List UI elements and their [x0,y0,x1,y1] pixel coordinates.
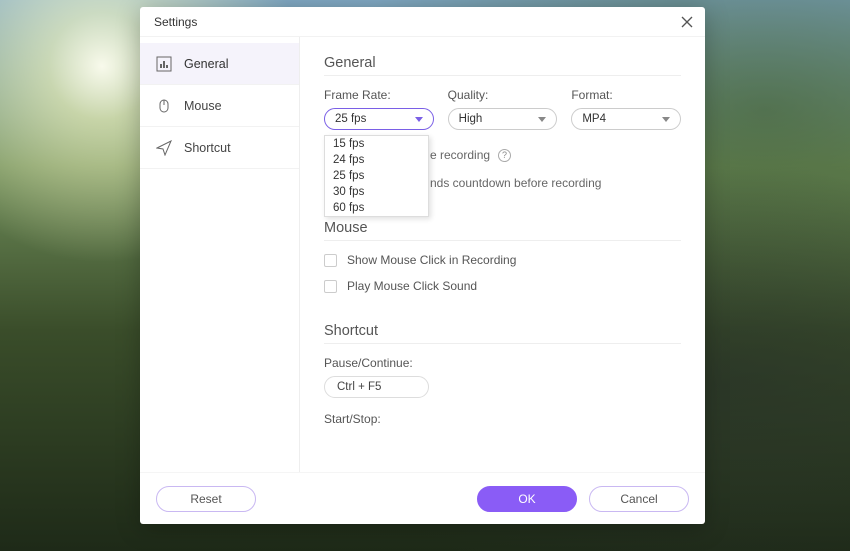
content-pane: General Frame Rate: 25 fps Quality: High [300,37,705,472]
frame-rate-select[interactable]: 25 fps [324,108,434,130]
sidebar-item-general[interactable]: General [140,43,299,85]
pause-label: Pause/Continue: [324,356,681,370]
frame-rate-dropdown: 15 fps 24 fps 25 fps 30 fps 60 fps [324,135,429,217]
format-label: Format: [571,88,681,102]
show-click-label: Show Mouse Click in Recording [347,253,516,267]
frame-rate-option[interactable]: 24 fps [325,152,428,168]
play-sound-checkbox[interactable] [324,280,337,293]
sidebar-item-shortcut[interactable]: Shortcut [140,127,299,169]
quality-col: Quality: High [448,88,558,130]
titlebar: Settings [140,7,705,37]
show-click-checkbox[interactable] [324,254,337,267]
startstop-label: Start/Stop: [324,412,681,426]
chevron-down-icon [662,117,670,122]
sidebar-item-label: Mouse [184,99,222,113]
quality-value: High [459,113,483,125]
general-row: Frame Rate: 25 fps Quality: High Format: [324,88,681,130]
frame-rate-col: Frame Rate: 25 fps [324,88,434,130]
countdown-text: nds countdown before recording [430,176,681,190]
settings-dialog: Settings General Mouse [140,7,705,524]
hide-recording-text: e recording ? [430,148,681,162]
close-icon[interactable] [679,14,695,30]
pause-value: Ctrl + F5 [337,381,381,393]
ok-button[interactable]: OK [477,486,577,512]
chevron-down-icon [538,117,546,122]
sidebar-item-label: General [184,57,228,71]
dialog-title: Settings [154,15,679,29]
quality-select[interactable]: High [448,108,558,130]
cancel-button[interactable]: Cancel [589,486,689,512]
sidebar-item-label: Shortcut [184,141,231,155]
chevron-down-icon [415,117,423,122]
format-select[interactable]: MP4 [571,108,681,130]
paper-plane-icon [156,140,172,156]
frame-rate-option[interactable]: 15 fps [325,136,428,152]
show-click-row: Show Mouse Click in Recording [324,253,681,267]
section-title-general: General [324,55,681,76]
frame-rate-value: 25 fps [335,113,366,125]
sidebar: General Mouse Shortcut [140,37,300,472]
format-col: Format: MP4 [571,88,681,130]
format-value: MP4 [582,113,606,125]
play-sound-row: Play Mouse Click Sound [324,279,681,293]
dialog-body: General Mouse Shortcut General Frame Rat… [140,37,705,472]
section-title-shortcut: Shortcut [324,323,681,344]
frame-rate-option[interactable]: 60 fps [325,200,428,216]
help-icon[interactable]: ? [498,149,511,162]
footer: Reset OK Cancel [140,472,705,524]
frame-rate-label: Frame Rate: [324,88,434,102]
bar-chart-icon [156,56,172,72]
pause-input[interactable]: Ctrl + F5 [324,376,429,398]
quality-label: Quality: [448,88,558,102]
play-sound-label: Play Mouse Click Sound [347,279,477,293]
reset-button[interactable]: Reset [156,486,256,512]
section-title-mouse: Mouse [324,220,681,241]
frame-rate-option[interactable]: 30 fps [325,184,428,200]
mouse-icon [156,98,172,114]
sidebar-item-mouse[interactable]: Mouse [140,85,299,127]
frame-rate-option[interactable]: 25 fps [325,168,428,184]
